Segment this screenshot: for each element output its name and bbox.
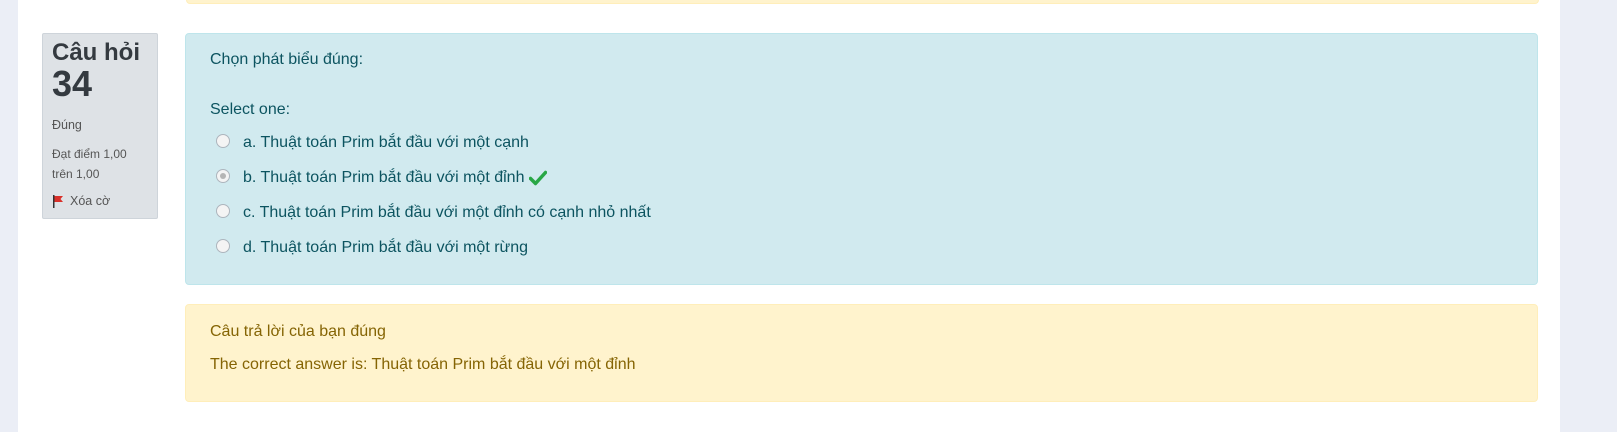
question-grade: Đạt điểm 1,00 trên 1,00 — [52, 147, 127, 181]
option-a-label: a. Thuật toán Prim bắt đầu với một cạnh — [243, 134, 529, 151]
question-outcome: Câu trả lời của bạn đúng The correct ans… — [185, 304, 1538, 402]
question-number: 34 — [52, 63, 93, 104]
option-c-label: c. Thuật toán Prim bắt đầu với một đỉnh … — [243, 204, 651, 221]
remove-flag-link[interactable]: Xóa cờ — [52, 194, 148, 208]
option-d-label: d. Thuật toán Prim bắt đầu với một rừng — [243, 239, 529, 256]
radio-option-a[interactable] — [216, 134, 230, 148]
question-state: Đúng — [52, 118, 82, 132]
remove-flag-label: Xóa cờ — [70, 194, 111, 208]
previous-question-feedback-edge — [186, 0, 1539, 4]
feedback-text: Câu trả lời của bạn đúng — [210, 323, 386, 340]
question-info-panel: Câu hỏi 34 Đúng Đạt điểm 1,00 trên 1,00 … — [42, 33, 158, 219]
check-icon — [529, 170, 548, 186]
flag-icon — [53, 194, 63, 208]
radio-option-c[interactable] — [216, 204, 230, 218]
answer-prompt: Select one: — [210, 101, 291, 118]
question-text: Chọn phát biểu đúng: — [210, 51, 364, 68]
radio-option-b[interactable] — [216, 169, 230, 183]
radio-option-d[interactable] — [216, 239, 230, 253]
correct-answer-text: The correct answer is: Thuật toán Prim b… — [210, 356, 636, 373]
option-b-label: b. Thuật toán Prim bắt đầu với một đỉnh — [243, 169, 525, 186]
question-formulation: Chọn phát biểu đúng: Select one: a. Thuậ… — [185, 33, 1538, 285]
